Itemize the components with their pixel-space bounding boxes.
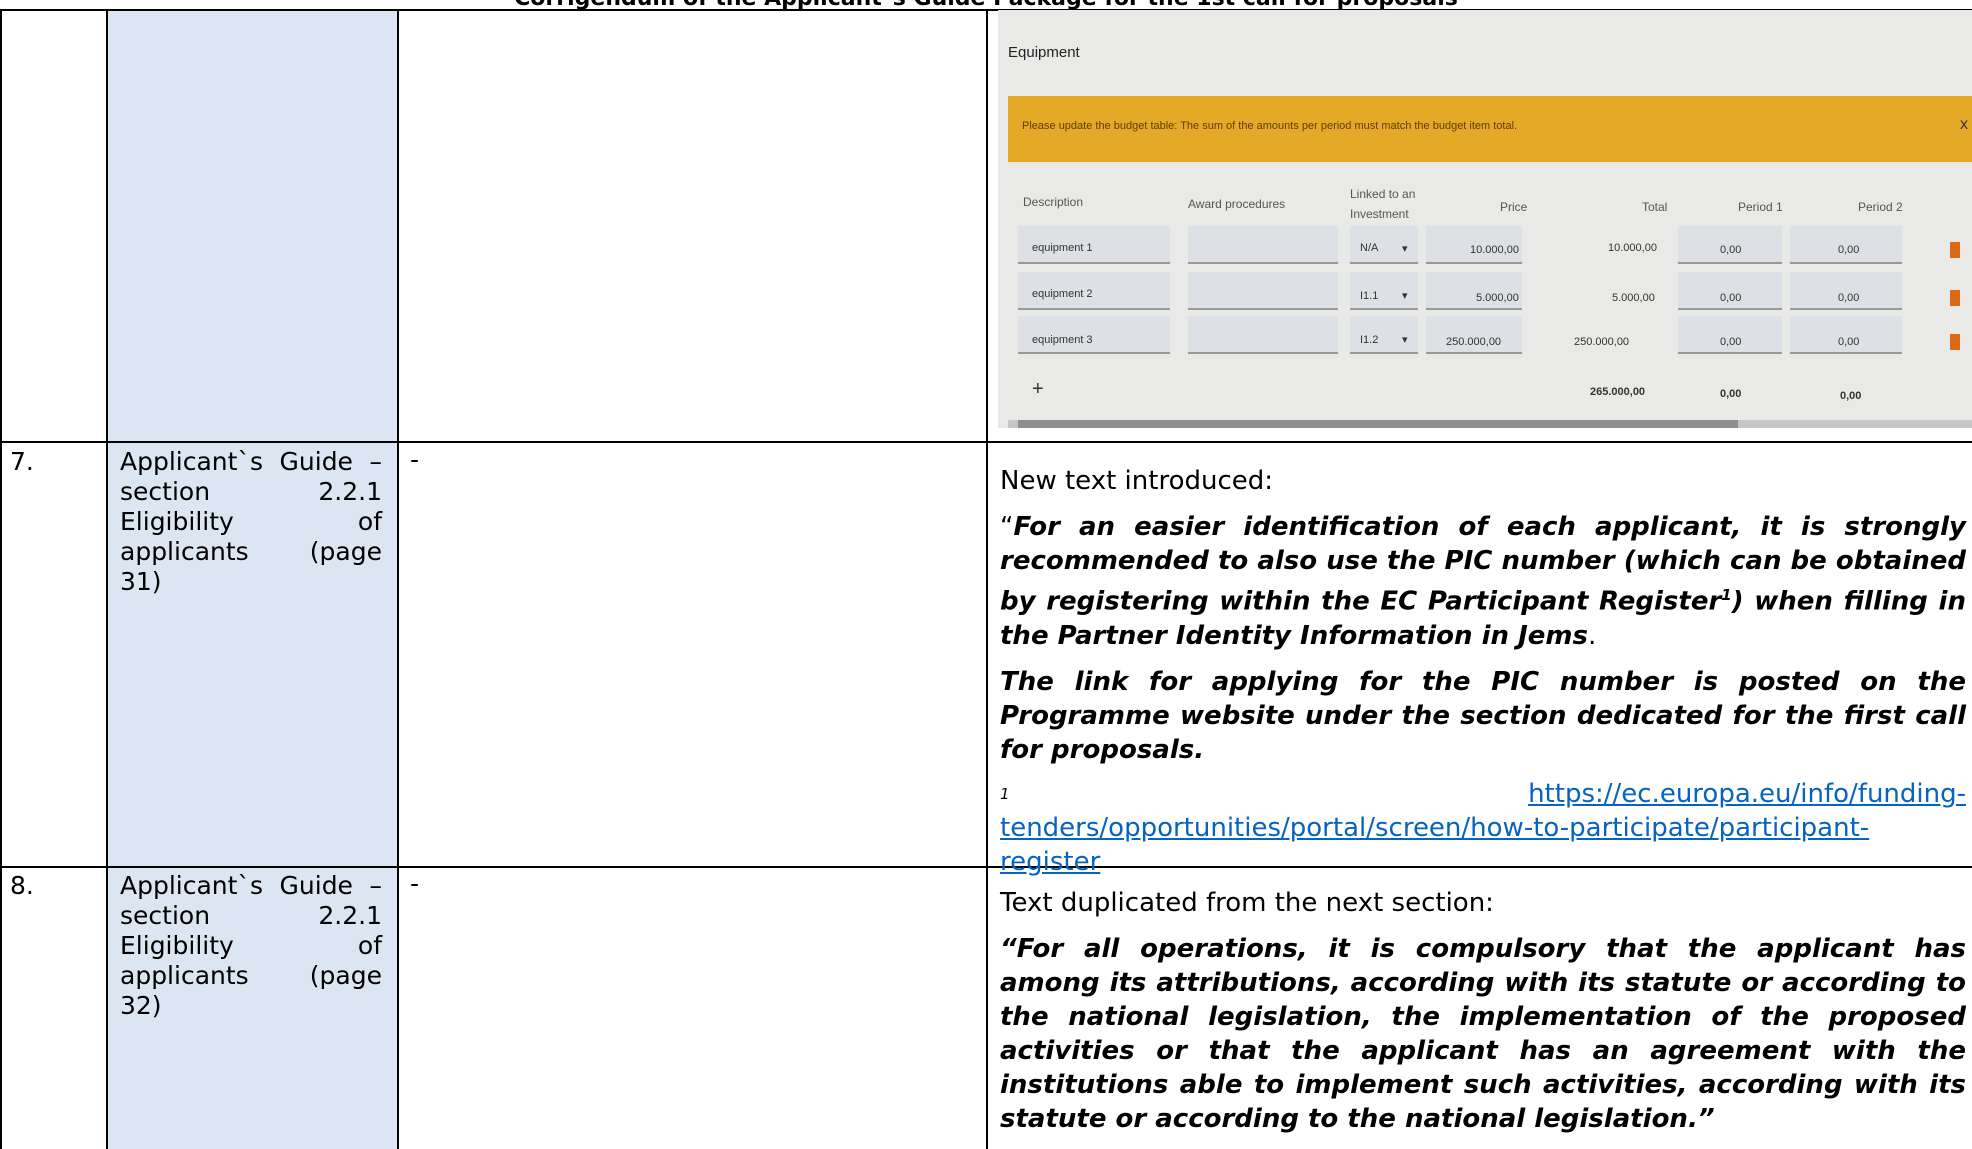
quoted-text: “For all operations, it is compulsory th…	[1000, 934, 1966, 1134]
field-period-2	[1790, 316, 1902, 354]
table-border-col1	[106, 10, 108, 1149]
new-text-cell: New text introduced: “For an easier iden…	[1000, 464, 1966, 879]
field-price	[1426, 316, 1522, 354]
row-number: 8.	[10, 871, 34, 900]
sum-total: 265.000,00	[1590, 386, 1646, 398]
footnote-link[interactable]: tenders/opportunities/portal/screen/how-…	[1000, 811, 1966, 845]
reference-line: Eligibility of	[120, 507, 382, 536]
reference-cell: Applicant`s Guide – section 2.2.1 Eligib…	[120, 871, 382, 1021]
row-price: 250.000,00	[1446, 336, 1502, 348]
row-description: equipment 2	[1032, 288, 1093, 300]
new-text-cell: Text duplicated from the next section: “…	[1000, 886, 1966, 1148]
row-period-1: 0,00	[1720, 336, 1742, 348]
reference-line: section 2.2.1	[120, 901, 382, 930]
chevron-down-icon: ▾	[1402, 290, 1408, 302]
row-period-2: 0,00	[1838, 292, 1860, 304]
chevron-down-icon: ▾	[1402, 243, 1408, 255]
sum-period-2: 0,00	[1840, 390, 1862, 402]
reference-line: Eligibility of	[120, 931, 382, 960]
add-row-plus: +	[1032, 378, 1044, 400]
budget-table-screenshot: Equipment Please update the budget table…	[998, 10, 1972, 428]
footnote-mark: 1	[1000, 784, 1010, 803]
header-linked-line2: Investment	[1350, 207, 1409, 221]
quote-mark: “	[1000, 512, 1014, 542]
header-description: Description	[1023, 195, 1084, 209]
footnote-ref: 1	[1721, 586, 1732, 604]
scrollbar-thumb	[1018, 420, 1738, 428]
row-total: 250.000,00	[1574, 336, 1630, 348]
footnote-link[interactable]: https://ec.europa.eu/info/funding-	[1528, 777, 1966, 811]
footnote-line-1: 1 https://ec.europa.eu/info/funding-	[1000, 777, 1966, 811]
reference-line: Applicant`s Guide –	[120, 447, 382, 476]
header-price: Price	[1500, 200, 1528, 214]
header-period-2: Period 2	[1858, 200, 1903, 214]
close-icon: x	[1960, 116, 1968, 133]
warning-banner: Please update the budget table: The sum …	[1008, 96, 1972, 162]
row-description: equipment 1	[1032, 242, 1093, 254]
header-total: Total	[1642, 200, 1668, 214]
header-linked-line1: Linked to an	[1350, 187, 1416, 201]
row-period-1: 0,00	[1720, 244, 1742, 256]
field-price	[1426, 272, 1522, 310]
reference-cell: Applicant`s Guide – section 2.2.1 Eligib…	[120, 447, 382, 597]
reference-line: 31)	[120, 567, 162, 596]
change-intro: New text introduced:	[1000, 466, 1274, 496]
row-linked: N/A	[1360, 242, 1379, 254]
reference-line: applicants (page	[120, 961, 382, 990]
field-award	[1188, 316, 1338, 354]
row-total: 5.000,00	[1612, 292, 1655, 304]
row-price: 5.000,00	[1476, 292, 1519, 304]
field-period-1	[1678, 316, 1782, 354]
row-linked: I1.2	[1360, 334, 1379, 346]
trash-icon	[1950, 290, 1960, 306]
header-period-1: Period 1	[1738, 200, 1783, 214]
change-intro: Text duplicated from the next section:	[1000, 888, 1494, 918]
row-period-1: 0,00	[1720, 292, 1742, 304]
quote-period: .	[1587, 620, 1597, 651]
table-border-col3	[986, 10, 988, 1149]
field-award	[1188, 272, 1338, 310]
table-border-left	[0, 10, 2, 1149]
reference-line: Applicant`s Guide –	[120, 871, 382, 900]
row-linked: I1.1	[1360, 290, 1379, 302]
sum-period-1: 0,00	[1720, 388, 1742, 400]
table-border-col2	[397, 10, 399, 1149]
warning-banner-text: Please update the budget table: The sum …	[1022, 120, 1518, 132]
footnote: 1 https://ec.europa.eu/info/funding- tend…	[1000, 777, 1966, 879]
field-period-1	[1678, 272, 1782, 310]
row-total: 10.000,00	[1608, 242, 1657, 254]
trash-icon	[1950, 242, 1960, 258]
reference-line: 32)	[120, 991, 162, 1020]
screenshot-title: Equipment	[1008, 44, 1080, 61]
footnote-link[interactable]: register	[1000, 845, 1100, 879]
old-text-cell: -	[410, 869, 420, 898]
row-period-2: 0,00	[1838, 336, 1860, 348]
old-text-cell: -	[410, 445, 420, 474]
row-divider-7	[0, 441, 1972, 443]
quoted-text: “For an easier identification of each ap…	[1000, 510, 1966, 653]
reference-line: section 2.2.1	[120, 477, 382, 506]
quote-paragraph-2: The link for applying for the PIC number…	[1000, 666, 1966, 765]
field-award	[1188, 226, 1338, 264]
row-price: 10.000,00	[1470, 244, 1519, 256]
field-period-2	[1790, 272, 1902, 310]
trash-icon	[1950, 334, 1960, 350]
chevron-down-icon: ▾	[1402, 334, 1408, 346]
row-description: equipment 3	[1032, 334, 1093, 346]
reference-line: applicants (page	[120, 537, 382, 566]
header-award-procedures: Award procedures	[1188, 197, 1286, 211]
row-number: 7.	[10, 447, 34, 476]
row-period-2: 0,00	[1838, 244, 1860, 256]
